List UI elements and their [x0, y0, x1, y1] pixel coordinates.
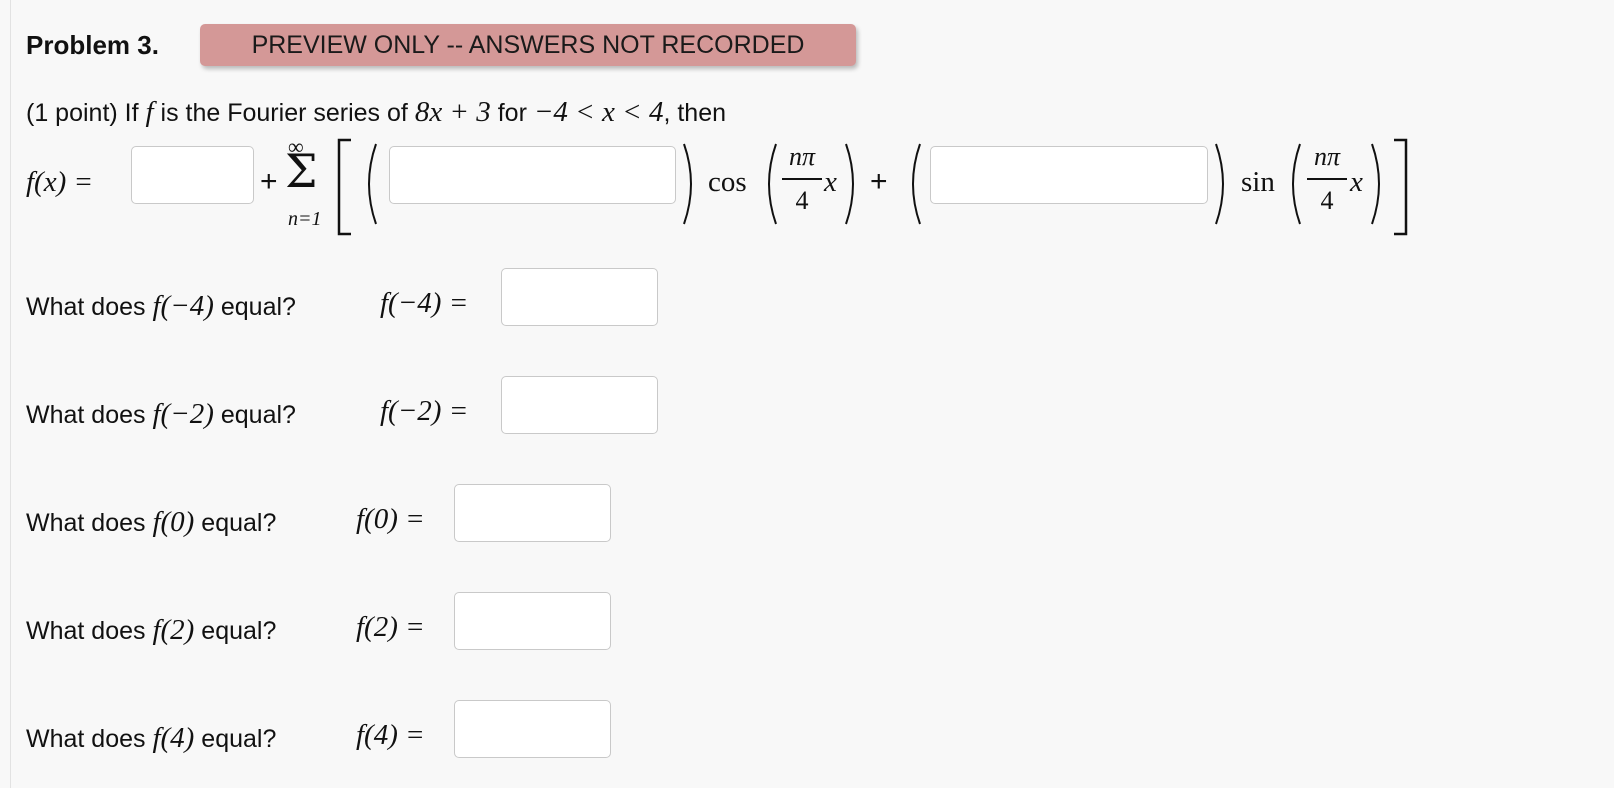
left-rule: [10, 0, 11, 788]
question-5-lhs: f(4) =: [356, 719, 425, 751]
f-4-input[interactable]: [454, 700, 611, 758]
question-5-lead: What does: [26, 725, 146, 753]
left-paren-icon: [368, 143, 377, 225]
question-1-fn: f(−4): [152, 290, 214, 322]
sin-coef-right-paren-icon: [1215, 143, 1224, 225]
a0-input[interactable]: [131, 146, 254, 204]
sin-left-paren-icon: [1292, 143, 1301, 225]
cos-frac-bar: [782, 178, 822, 180]
intro-mid: is the Fourier series of: [160, 99, 408, 127]
sigma-symbol: Σ: [285, 144, 318, 198]
f-2-input[interactable]: [454, 592, 611, 650]
problem-page: Problem 3. PREVIEW ONLY -- ANSWERS NOT R…: [0, 0, 1614, 788]
sin-coef-left-paren-icon: [912, 143, 921, 225]
f-0-input[interactable]: [454, 484, 611, 542]
f-neg2-input[interactable]: [501, 376, 658, 434]
sigma-lower: n=1: [288, 208, 322, 230]
problem-statement: (1 point) If f is the Fourier series of …: [26, 96, 726, 129]
question-1-tail: equal?: [220, 293, 296, 321]
question-4-fn: f(2): [152, 614, 195, 646]
question-4-tail: equal?: [201, 617, 277, 645]
question-5-tail: equal?: [201, 725, 277, 753]
question-3-lhs: f(0) =: [356, 503, 425, 535]
left-bracket-icon: [337, 138, 351, 236]
cos-frac-num: nπ: [788, 142, 816, 171]
sin-frac-den: 4: [1320, 186, 1334, 215]
question-4-lead: What does: [26, 617, 146, 645]
question-4-lhs: f(2) =: [356, 611, 425, 643]
problem-title: Problem 3.: [26, 30, 159, 60]
question-1-lhs: f(−4) =: [380, 287, 469, 319]
intro-prefix: (1 point) If: [26, 99, 139, 127]
question-5-fn: f(4): [152, 722, 195, 754]
question-3: What does f(0) equal?: [26, 506, 276, 539]
question-4: What does f(2) equal?: [26, 614, 276, 647]
preview-badge: PREVIEW ONLY -- ANSWERS NOT RECORDED: [200, 24, 856, 66]
question-2-lhs: f(−2) =: [380, 395, 469, 427]
question-2: What does f(−2) equal?: [26, 398, 296, 431]
cos-left-paren-icon: [768, 143, 777, 225]
question-2-lead: What does: [26, 401, 146, 429]
plus-sign: +: [260, 165, 278, 198]
right-bracket-icon: [1394, 138, 1408, 236]
question-3-fn: f(0): [152, 506, 195, 538]
cos-label: cos: [708, 166, 747, 198]
question-3-tail: equal?: [201, 509, 277, 537]
intro-expr: 8x + 3: [414, 96, 491, 128]
question-3-lead: What does: [26, 509, 146, 537]
intro-interval: −4 < x < 4: [533, 96, 664, 128]
cos-frac-den: 4: [795, 186, 809, 215]
intro-for: for: [497, 99, 527, 127]
intro-suffix: , then: [663, 99, 727, 127]
intro-fn: f: [145, 96, 154, 128]
question-2-tail: equal?: [220, 401, 296, 429]
sin-x: x: [1350, 166, 1363, 198]
cos-x: x: [824, 166, 837, 198]
question-1: What does f(−4) equal?: [26, 290, 296, 323]
series-lhs: f(x) =: [26, 166, 94, 198]
sin-label: sin: [1241, 166, 1275, 198]
an-input[interactable]: [389, 146, 676, 204]
bn-input[interactable]: [930, 146, 1208, 204]
cos-right-paren-icon: [845, 143, 854, 225]
f-neg4-input[interactable]: [501, 268, 658, 326]
question-2-fn: f(−2): [152, 398, 214, 430]
sin-frac-bar: [1307, 178, 1347, 180]
question-1-lead: What does: [26, 293, 146, 321]
sin-right-paren-icon: [1371, 143, 1380, 225]
sin-frac-num: nπ: [1313, 142, 1341, 171]
right-paren-icon: [683, 143, 692, 225]
question-5: What does f(4) equal?: [26, 722, 276, 755]
plus-sign-2: +: [870, 165, 888, 198]
